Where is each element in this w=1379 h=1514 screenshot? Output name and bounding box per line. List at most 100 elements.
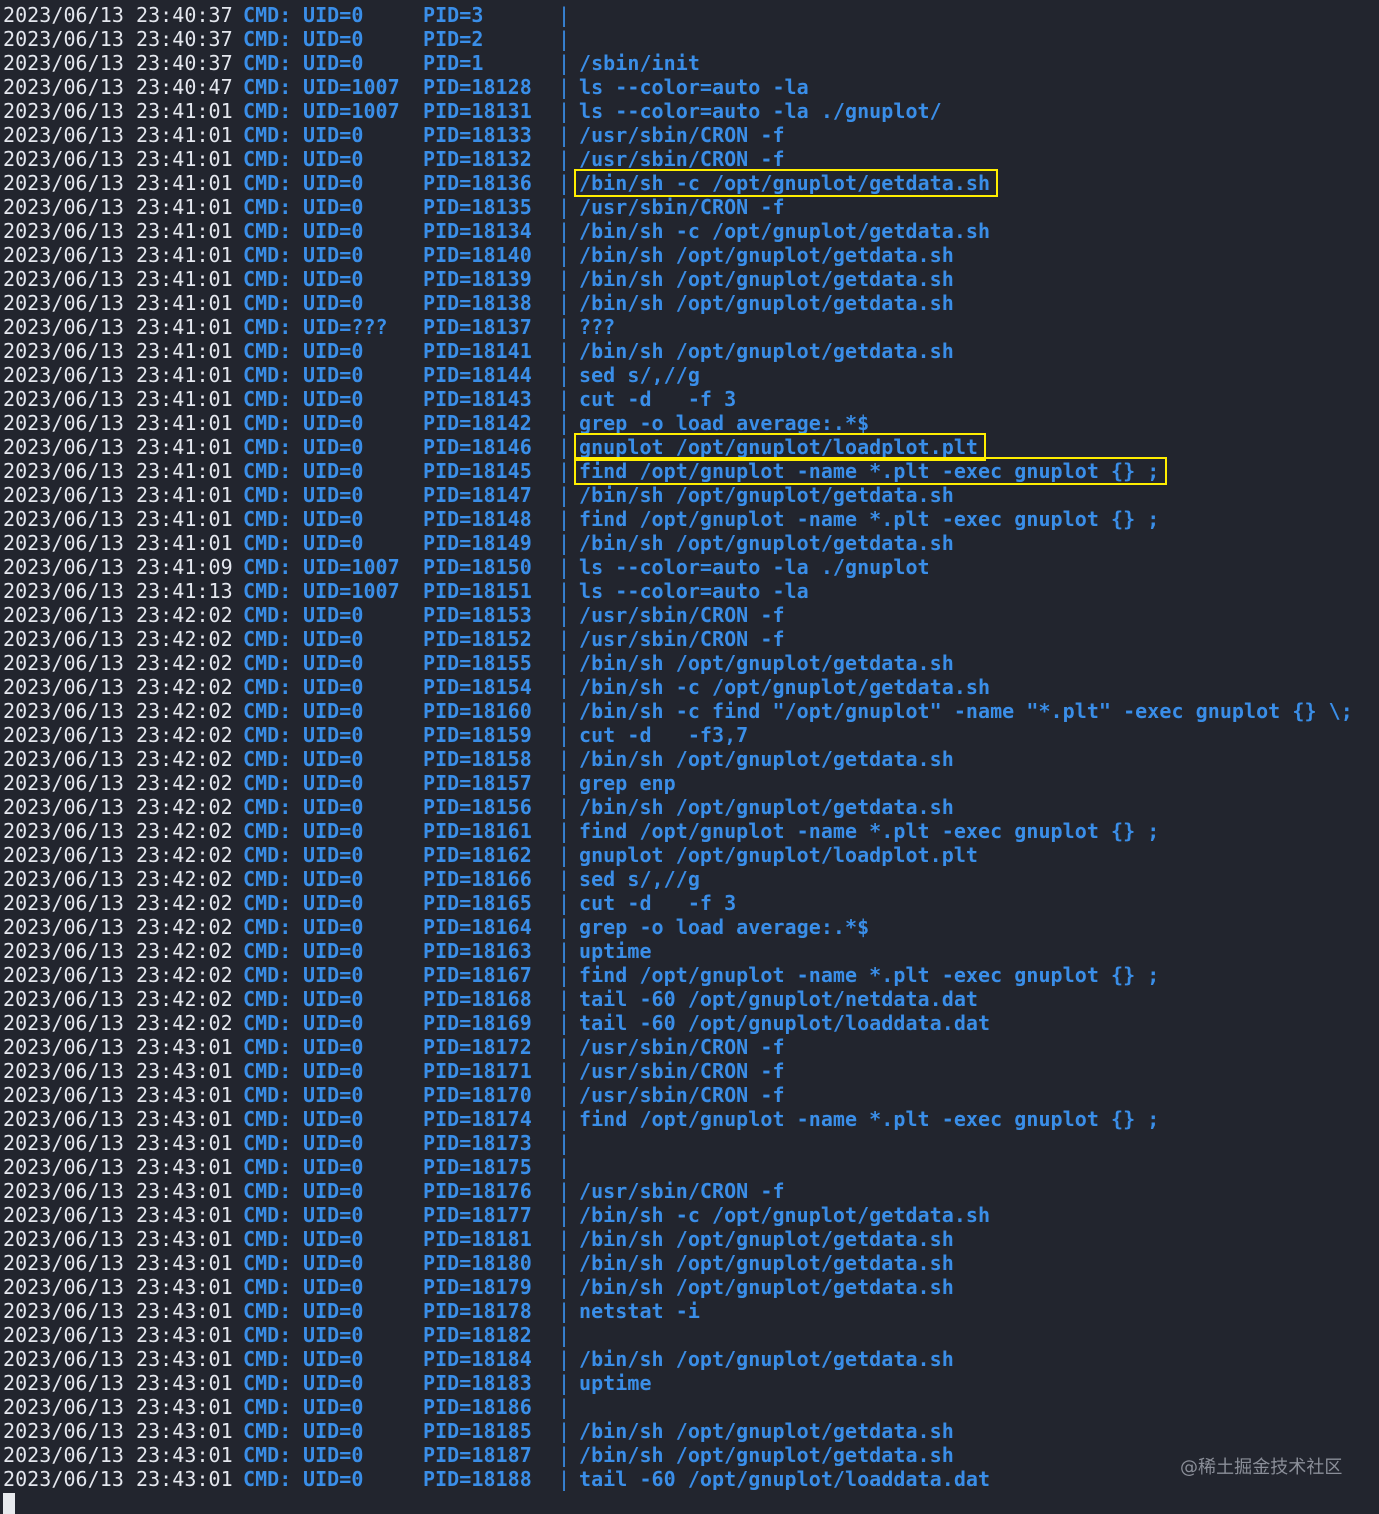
uid-field: UID=0 [303, 1035, 364, 1059]
timestamp: 2023/06/13 23:41:01 [3, 291, 233, 315]
pid-field: PID=18143 [423, 387, 532, 411]
column-separator: | [558, 99, 571, 123]
log-row: 2023/06/13 23:41:01 CMD: UID=0 PID=18147 | /b… [3, 483, 1379, 507]
log-row: 2023/06/13 23:41:13 CMD: UID=1007 PID=18151… [3, 579, 1379, 603]
log-row: 2023/06/13 23:43:01 CMD: UID=0 PID=18178 | ne… [3, 1299, 1379, 1323]
cmd-label: CMD: [243, 267, 292, 291]
uid-field: UID=0 [303, 1419, 364, 1443]
column-separator: | [558, 1395, 571, 1419]
log-row: 2023/06/13 23:42:02 CMD: UID=0 PID=18162 | gn… [3, 843, 1379, 867]
log-row: 2023/06/13 23:41:01 CMD: UID=0 PID=18135 | /u… [3, 195, 1379, 219]
timestamp: 2023/06/13 23:42:02 [3, 843, 233, 867]
cmd-label: CMD: [243, 771, 292, 795]
cmd-label: CMD: [243, 1275, 292, 1299]
cmd-label: CMD: [243, 675, 292, 699]
process-command: tail -60 /opt/gnuplot/loaddata.dat [579, 1011, 991, 1035]
log-row: 2023/06/13 23:42:02 CMD: UID=0 PID=18159 | cu… [3, 723, 1379, 747]
timestamp: 2023/06/13 23:43:01 [3, 1467, 233, 1491]
pid-field: PID=3 [423, 3, 484, 27]
process-command: /bin/sh /opt/gnuplot/getdata.sh [579, 1443, 954, 1467]
pid-field: PID=18155 [423, 651, 532, 675]
uid-field: UID=0 [303, 1011, 364, 1035]
column-separator: | [558, 1155, 571, 1179]
pid-field: PID=18167 [423, 963, 532, 987]
log-row: 2023/06/13 23:43:01 CMD: UID=0 PID=18185 | /b… [3, 1419, 1379, 1443]
column-separator: | [558, 651, 571, 675]
timestamp: 2023/06/13 23:41:01 [3, 267, 233, 291]
process-command: /usr/sbin/CRON -f [579, 1059, 785, 1083]
timestamp: 2023/06/13 23:42:02 [3, 699, 233, 723]
column-separator: | [558, 1203, 571, 1227]
cmd-label: CMD: [243, 1155, 292, 1179]
log-row: 2023/06/13 23:43:01 CMD: UID=0 PID=18174 | fi… [3, 1107, 1379, 1131]
pid-field: PID=18188 [423, 1467, 532, 1491]
log-row: 2023/06/13 23:43:01 CMD: UID=0 PID=18187 | /b… [3, 1443, 1379, 1467]
cmd-label: CMD: [243, 1107, 292, 1131]
uid-field: UID=0 [303, 795, 364, 819]
pid-field: PID=18172 [423, 1035, 532, 1059]
process-log: 2023/06/13 23:40:37 CMD: UID=0 PID=3 | 2023/0… [3, 3, 1379, 1491]
uid-field: UID=0 [303, 3, 364, 27]
log-row: 2023/06/13 23:42:02 CMD: UID=0 PID=18155 | /b… [3, 651, 1379, 675]
timestamp: 2023/06/13 23:43:01 [3, 1227, 233, 1251]
column-separator: | [558, 291, 571, 315]
log-row: 2023/06/13 23:42:02 CMD: UID=0 PID=18153 | /u… [3, 603, 1379, 627]
uid-field: UID=0 [303, 267, 364, 291]
cmd-label: CMD: [243, 291, 292, 315]
uid-field: UID=0 [303, 867, 364, 891]
timestamp: 2023/06/13 23:42:02 [3, 795, 233, 819]
pid-field: PID=18154 [423, 675, 532, 699]
process-command: /bin/sh /opt/gnuplot/getdata.sh [579, 243, 954, 267]
column-separator: | [558, 1251, 571, 1275]
timestamp: 2023/06/13 23:41:01 [3, 315, 233, 339]
cmd-label: CMD: [243, 459, 292, 483]
process-command: sed s/,//g [579, 867, 700, 891]
process-command: tail -60 /opt/gnuplot/netdata.dat [579, 987, 979, 1011]
pid-field: PID=18187 [423, 1443, 532, 1467]
uid-field: UID=0 [303, 27, 364, 51]
process-command: netstat -i [579, 1299, 700, 1323]
pid-field: PID=18133 [423, 123, 532, 147]
log-row: 2023/06/13 23:42:02 CMD: UID=0 PID=18158 | /b… [3, 747, 1379, 771]
timestamp: 2023/06/13 23:40:47 [3, 75, 233, 99]
process-command: sed s/,//g [579, 363, 700, 387]
column-separator: | [558, 747, 571, 771]
log-row: 2023/06/13 23:41:09 CMD: UID=1007 PID=18150… [3, 555, 1379, 579]
pid-field: PID=18135 [423, 195, 532, 219]
column-separator: | [558, 1275, 571, 1299]
column-separator: | [558, 675, 571, 699]
process-command-highlighted: /bin/sh -c /opt/gnuplot/getdata.sh [573, 169, 999, 197]
cmd-label: CMD: [243, 1083, 292, 1107]
terminal-window[interactable]: 2023/06/13 23:40:37 CMD: UID=0 PID=3 | 2023/0… [0, 0, 1379, 1514]
process-command: /usr/sbin/CRON -f [579, 627, 785, 651]
pid-field: PID=18137 [423, 315, 532, 339]
column-separator: | [558, 939, 571, 963]
timestamp: 2023/06/13 23:43:01 [3, 1323, 233, 1347]
pid-field: PID=18134 [423, 219, 532, 243]
column-separator: | [558, 459, 571, 483]
log-row: 2023/06/13 23:41:01 CMD: UID=0 PID=18134 | /b… [3, 219, 1379, 243]
cmd-label: CMD: [243, 651, 292, 675]
timestamp: 2023/06/13 23:43:01 [3, 1299, 233, 1323]
cmd-label: CMD: [243, 723, 292, 747]
process-command: /bin/sh -c find "/opt/gnuplot" -name "*.… [579, 699, 1353, 723]
cmd-label: CMD: [243, 339, 292, 363]
cmd-label: CMD: [243, 363, 292, 387]
column-separator: | [558, 1467, 571, 1491]
pid-field: PID=18147 [423, 483, 532, 507]
uid-field: UID=0 [303, 435, 364, 459]
process-command: /bin/sh /opt/gnuplot/getdata.sh [579, 531, 954, 555]
cmd-label: CMD: [243, 1179, 292, 1203]
process-command: gnuplot /opt/gnuplot/loadplot.plt [579, 843, 979, 867]
uid-field: UID=0 [303, 1395, 364, 1419]
process-command: ls --color=auto -la [579, 75, 809, 99]
timestamp: 2023/06/13 23:43:01 [3, 1059, 233, 1083]
pid-field: PID=18145 [423, 459, 532, 483]
column-separator: | [558, 843, 571, 867]
uid-field: UID=0 [303, 243, 364, 267]
cmd-label: CMD: [243, 963, 292, 987]
cmd-label: CMD: [243, 891, 292, 915]
timestamp: 2023/06/13 23:43:01 [3, 1107, 233, 1131]
cmd-label: CMD: [243, 747, 292, 771]
cmd-label: CMD: [243, 555, 292, 579]
